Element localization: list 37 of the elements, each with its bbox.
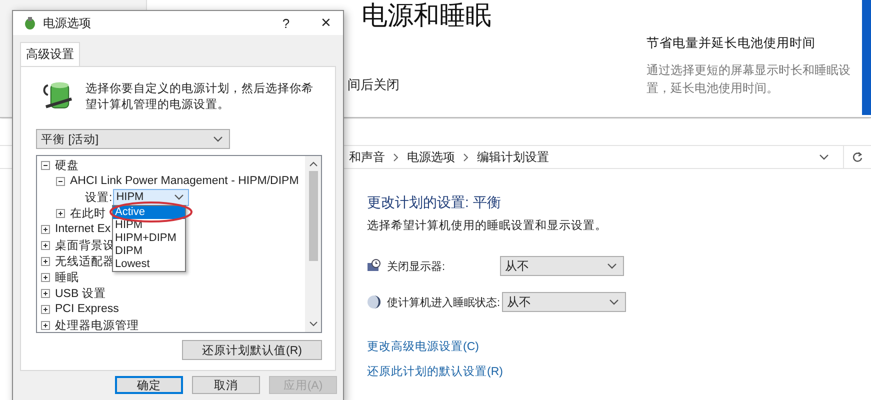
tree-item[interactable]: 睡眠: [55, 270, 79, 284]
plan-description: 选择希望计算机使用的睡眠设置和显示设置。: [367, 218, 608, 233]
page-title: 电源和睡眠: [361, 0, 492, 30]
tree-item[interactable]: Internet Ex: [55, 223, 111, 235]
link[interactable]: 还原此计划的默认设置(R): [367, 364, 503, 389]
plan-heading: 更改计划的设置: 平衡: [367, 194, 502, 212]
help-button[interactable]: ?: [269, 11, 303, 35]
dropdown-option[interactable]: HIPM+DIPM: [113, 232, 185, 245]
breadcrumb-item[interactable]: 电源选项: [407, 148, 455, 166]
plan-dropdown[interactable]: 平衡 [活动]: [36, 129, 230, 149]
tip-text: 通过选择更短的屏幕显示时长和睡眠设置，延长电池使用时间。: [646, 62, 852, 97]
window-title: 电源选项: [43, 14, 91, 32]
tree-item[interactable]: 在此时: [70, 206, 106, 220]
restore-defaults-button[interactable]: 还原计划默认值(R): [182, 340, 322, 360]
setting-dropdown[interactable]: HIPM: [113, 188, 190, 206]
tree-item[interactable]: USB 设置: [55, 286, 106, 300]
dropdown-option[interactable]: Active: [113, 206, 185, 219]
dropdown[interactable]: 从不: [502, 292, 626, 312]
tree-item[interactable]: AHCI Link Power Management - HIPM/DIPM: [70, 175, 299, 187]
breadcrumb-item[interactable]: 编辑计划设置: [477, 148, 549, 166]
link[interactable]: 更改高级电源设置(C): [367, 339, 479, 364]
breadcrumb-item[interactable]: 和声音: [349, 148, 385, 166]
dropdown-option[interactable]: Lowest: [113, 258, 185, 271]
dialog-button[interactable]: 取消: [192, 376, 260, 394]
intro-text: 选择你要自定义的电源计划，然后选择你希望计算机管理的电源设置。: [85, 81, 314, 113]
dropdown-option[interactable]: DIPM: [113, 245, 185, 258]
dialog-button[interactable]: 确定: [115, 376, 183, 394]
setting-label: 关闭显示器:: [387, 260, 446, 274]
tip-title: 节省电量并延长电池使用时间: [646, 35, 816, 52]
dropdown[interactable]: 从不: [500, 256, 624, 276]
close-button[interactable]: ×: [309, 11, 343, 35]
tree-item[interactable]: 处理器电源管理: [55, 318, 139, 332]
tree-item[interactable]: PCI Express: [55, 303, 119, 315]
tab[interactable]: 高级设置: [20, 42, 80, 66]
tree-item: 设置:: [85, 190, 112, 204]
setting-text: 间后关闭: [347, 76, 400, 94]
setting-label: 使计算机进入睡眠状态:: [387, 296, 502, 310]
